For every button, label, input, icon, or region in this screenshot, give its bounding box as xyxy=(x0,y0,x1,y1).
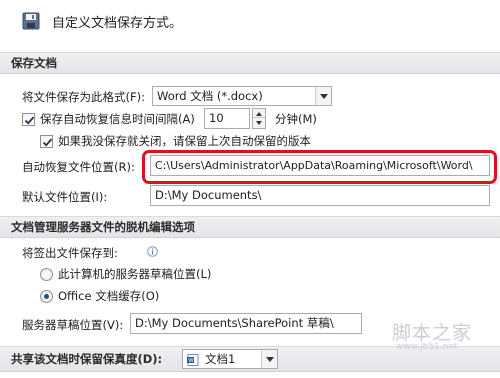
page-title: 自定义文档保存方式。 xyxy=(52,16,183,31)
minutes-spinner[interactable] xyxy=(252,108,266,129)
radio-office-cache[interactable] xyxy=(40,290,53,303)
autorecover-checkbox[interactable] xyxy=(22,113,35,126)
drafts-location-field[interactable]: D:\My Documents\SharePoint 草稿\ xyxy=(130,313,362,334)
chevron-down-icon[interactable] xyxy=(261,350,277,368)
watermark-url: www.jb51.net xyxy=(396,342,458,352)
default-location-label: 默认文件位置(I): xyxy=(22,190,108,204)
highlight-box xyxy=(142,150,497,184)
share-fidelity-label: 共享该文档时保留保真度(D): xyxy=(11,352,163,366)
office-cache-option-label: Office 文档缓存(O) xyxy=(58,289,160,303)
offline-section-header: 文档管理服务器文件的脱机编辑选项 xyxy=(0,216,500,238)
autorecover-label: 保存自动恢复信息时间间隔(A) xyxy=(40,112,195,126)
autorecover-location-label: 自动恢复文件位置(R): xyxy=(22,160,135,174)
keep-last-version-checkbox[interactable] xyxy=(40,135,53,148)
save-format-select[interactable]: Word 文档 (*.docx) xyxy=(152,86,332,106)
server-drafts-option-label: 此计算机的服务器草稿位置(L) xyxy=(58,267,212,281)
save-format-value: Word 文档 (*.docx) xyxy=(157,89,263,103)
word-document-icon: W xyxy=(187,353,199,366)
minutes-unit-label: 分钟(M) xyxy=(275,112,317,126)
watermark-logo-text: 脚本之家 xyxy=(392,322,473,344)
drafts-location-label: 服务器草稿位置(V): xyxy=(22,318,124,332)
default-location-field[interactable]: D:\My Documents\ xyxy=(150,185,490,206)
chevron-down-icon[interactable] xyxy=(315,87,331,105)
info-icon xyxy=(147,246,158,257)
svg-text:W: W xyxy=(188,358,194,364)
spin-up-icon[interactable] xyxy=(253,109,265,118)
autorecover-minutes-input[interactable]: 10 xyxy=(204,108,250,129)
spin-down-icon[interactable] xyxy=(253,119,265,128)
keep-last-version-label: 如果我没保存就关闭，请保留上次自动保留的版本 xyxy=(58,134,311,148)
save-section-header: 保存文档 xyxy=(0,52,500,74)
checkout-label: 将签出文件保存到: xyxy=(22,246,118,260)
radio-server-drafts[interactable] xyxy=(40,268,53,281)
checkmark-icon xyxy=(24,116,35,125)
share-document-select[interactable]: W 文档1 xyxy=(182,349,278,369)
save-format-label: 将文件保存为此格式(F): xyxy=(22,90,145,104)
checkmark-icon xyxy=(42,138,53,147)
save-disk-icon xyxy=(22,12,40,30)
